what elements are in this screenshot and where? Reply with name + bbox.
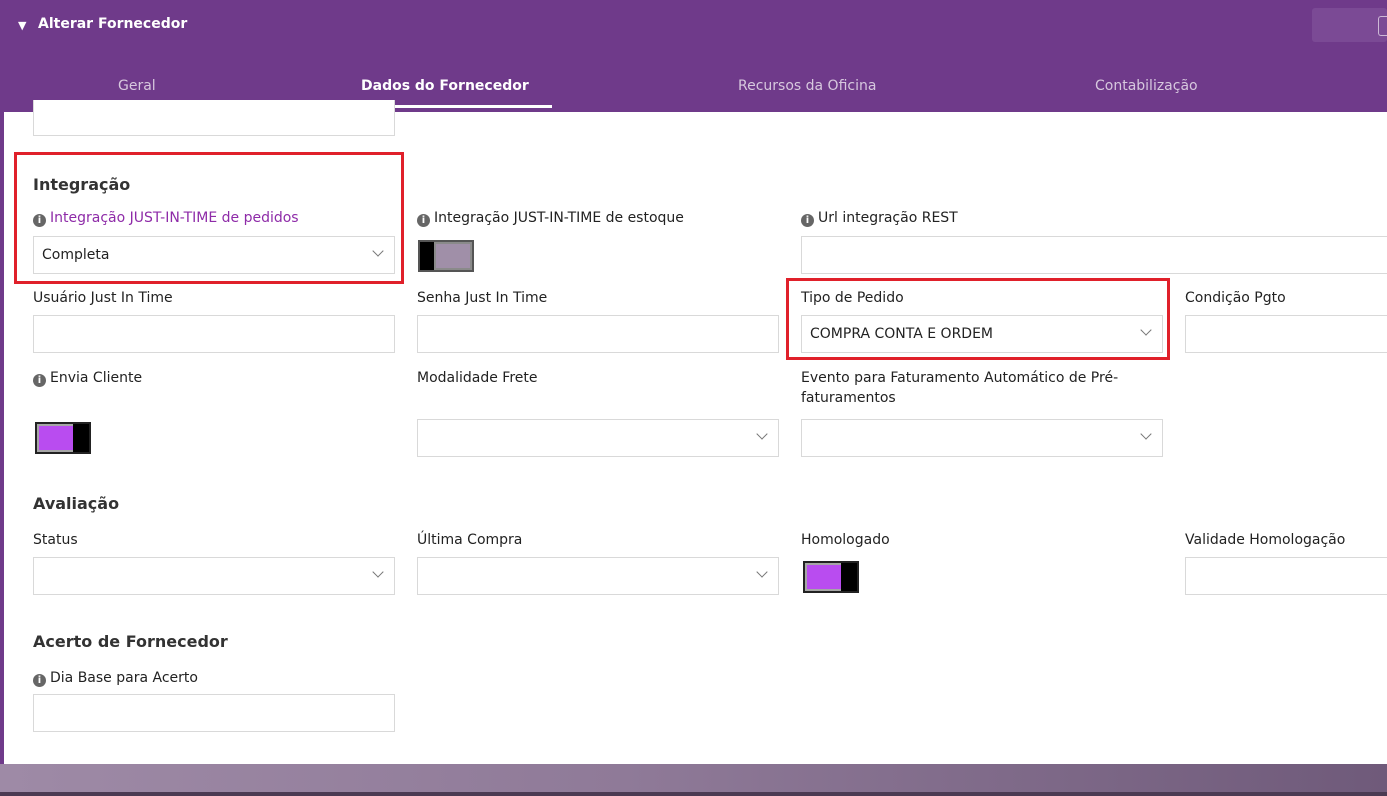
header-bar (0, 0, 1387, 112)
condicao-pgto-label: Condição Pgto (1185, 290, 1286, 306)
toggle-knob (841, 563, 857, 591)
toggle-knob (73, 424, 89, 452)
ultima-compra-label: Última Compra (417, 532, 523, 548)
url-rest-label: i Url integração REST (801, 208, 958, 228)
highlight-box-integracao (14, 152, 404, 284)
highlight-box-tipo-pedido (786, 278, 1170, 360)
tab-contabilizacao[interactable]: Contabilização (1095, 78, 1198, 94)
modalidade-frete-label: Modalidade Frete (417, 370, 538, 386)
ultima-compra-select[interactable] (417, 557, 779, 595)
jit-estoque-label: i Integração JUST-IN-TIME de estoque (417, 208, 684, 228)
info-icon[interactable]: i (801, 214, 814, 227)
usuario-jit-label: Usuário Just In Time (33, 290, 173, 306)
page-title[interactable]: Alterar Fornecedor (38, 16, 187, 32)
chevron-down-icon (756, 428, 768, 440)
url-rest-input[interactable] (801, 236, 1387, 274)
tab-dados-do-fornecedor[interactable]: Dados do Fornecedor (361, 78, 529, 94)
senha-jit-label: Senha Just In Time (417, 290, 548, 306)
toggle-track (434, 242, 472, 270)
chevron-down-icon (1140, 428, 1152, 440)
header-action-icon[interactable] (1378, 16, 1387, 36)
footer-shadow (0, 792, 1387, 796)
validade-homologacao-label: Validade Homologação (1185, 532, 1346, 548)
dia-base-label: i Dia Base para Acerto (33, 668, 198, 688)
envia-cliente-label: i Envia Cliente (33, 368, 142, 388)
section-title-avaliacao: Avaliação (33, 494, 120, 513)
homologado-toggle[interactable] (803, 561, 859, 593)
jit-estoque-toggle[interactable] (418, 240, 474, 272)
condicao-pgto-input[interactable] (1185, 315, 1387, 353)
tab-geral[interactable]: Geral (118, 78, 156, 94)
toggle-track (37, 424, 75, 452)
toggle-track (805, 563, 843, 591)
status-select[interactable] (33, 557, 395, 595)
evento-faturamento-select[interactable] (801, 419, 1163, 457)
evento-faturamento-label: Evento para Faturamento Automático de Pr… (801, 370, 1119, 406)
dia-base-input[interactable] (33, 694, 395, 732)
usuario-jit-input[interactable] (33, 315, 395, 353)
status-label: Status (33, 532, 78, 548)
info-icon[interactable]: i (33, 674, 46, 687)
chevron-down-icon (372, 566, 384, 578)
header-action-button[interactable] (1312, 8, 1387, 42)
collapse-caret-icon[interactable]: ▼ (18, 19, 26, 32)
info-icon[interactable]: i (33, 374, 46, 387)
chevron-down-icon (756, 566, 768, 578)
envia-cliente-toggle[interactable] (35, 422, 91, 454)
senha-jit-input[interactable] (417, 315, 779, 353)
section-title-acerto: Acerto de Fornecedor (33, 632, 228, 651)
previous-field-input[interactable] (33, 100, 395, 136)
info-icon[interactable]: i (417, 214, 430, 227)
tab-recursos-da-oficina[interactable]: Recursos da Oficina (738, 78, 876, 94)
validade-homologacao-input[interactable] (1185, 557, 1387, 595)
modalidade-frete-select[interactable] (417, 419, 779, 457)
homologado-label: Homologado (801, 532, 890, 548)
